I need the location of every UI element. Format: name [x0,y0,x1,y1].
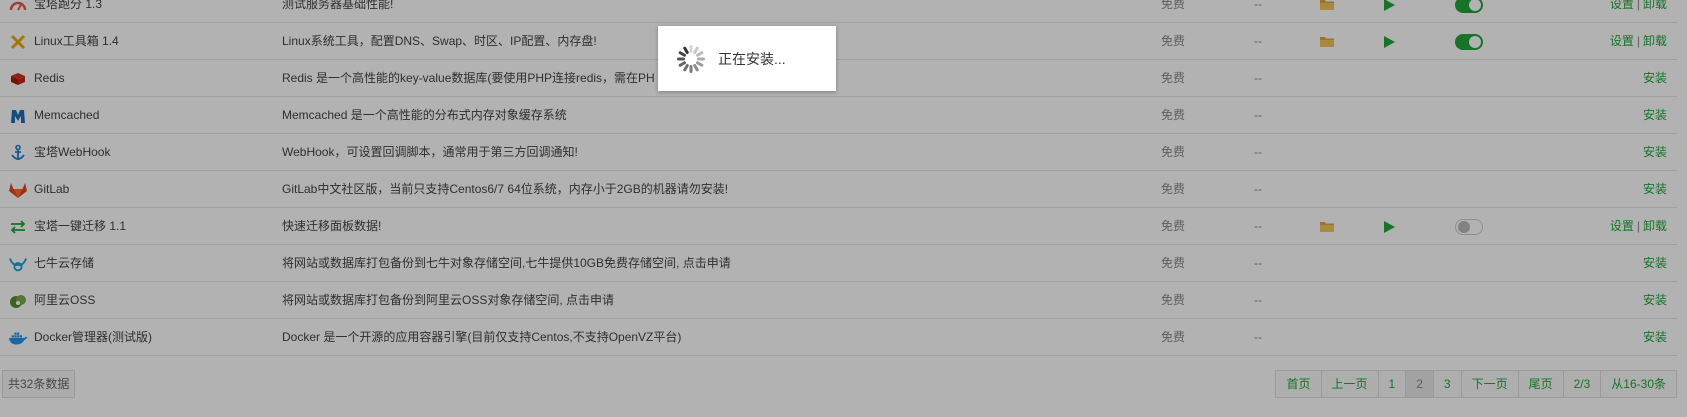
loading-text: 正在安装... [718,50,786,67]
modal-overlay [0,0,1687,417]
spinner-icon [677,44,705,73]
loading-dialog: 正在安装... [658,26,836,91]
